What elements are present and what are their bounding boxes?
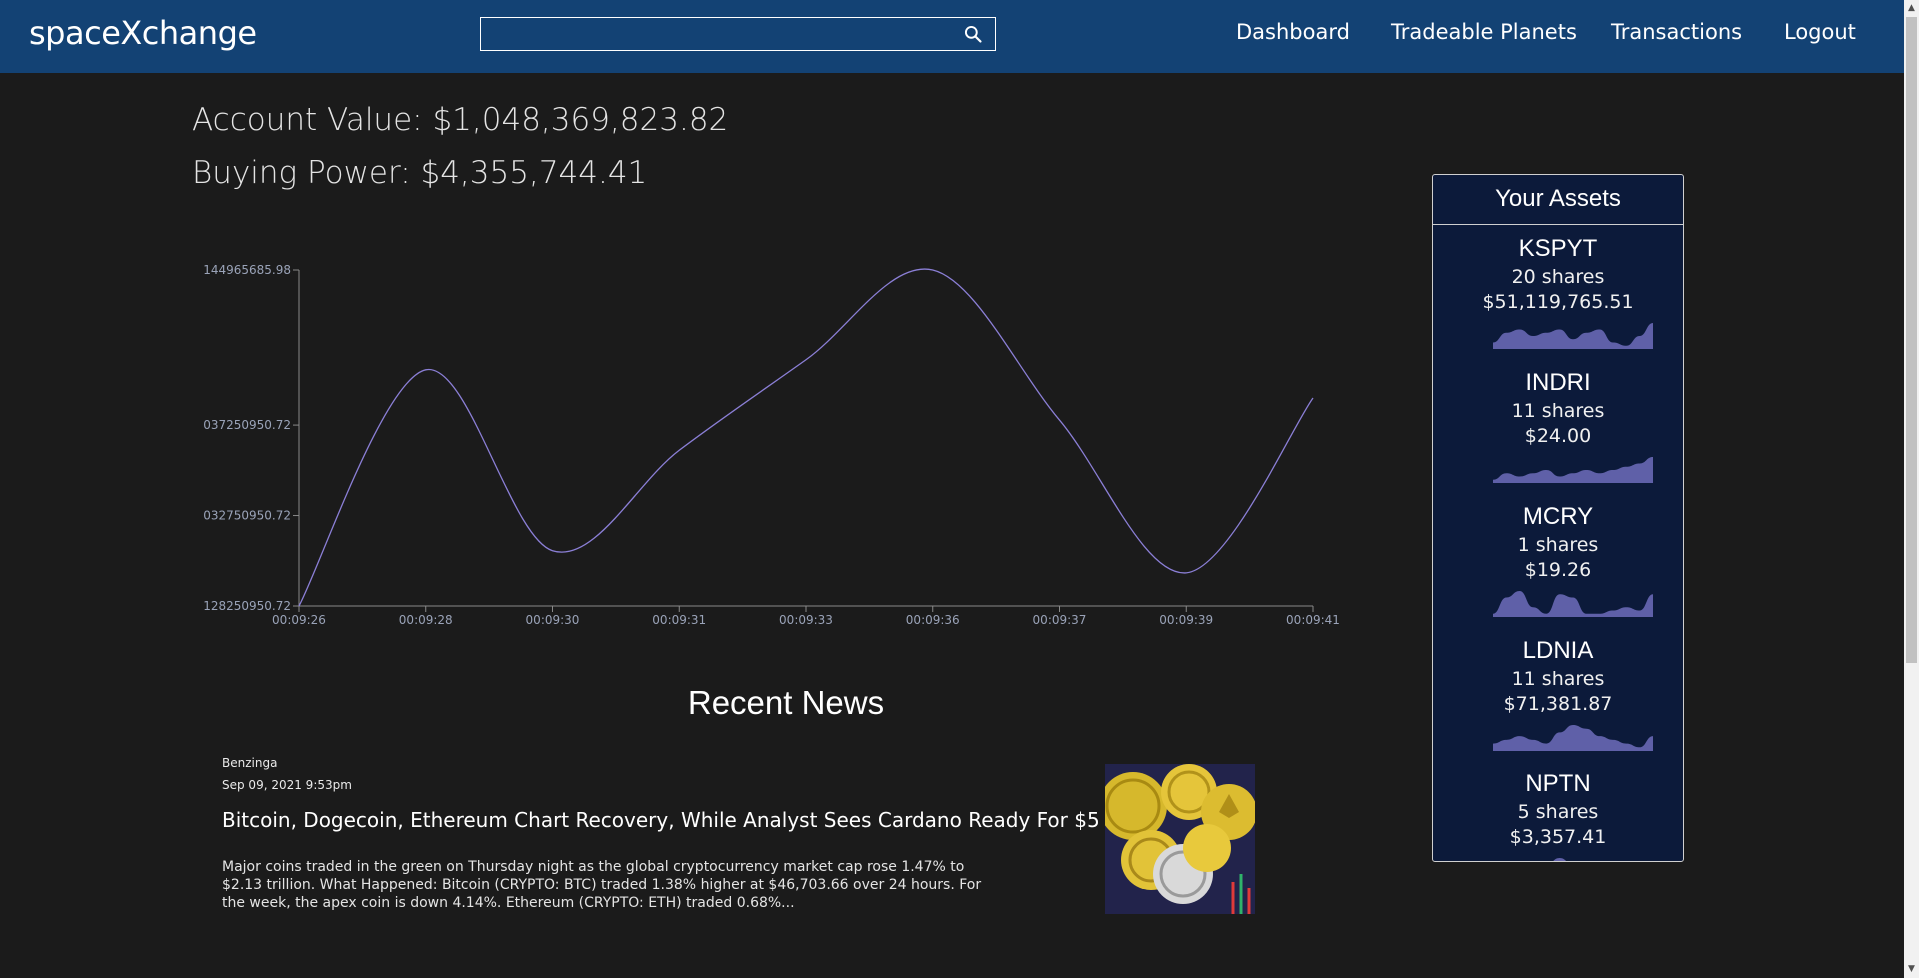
x-tick-label: 00:09:36: [906, 613, 960, 627]
nav-link-logout[interactable]: Logout: [1784, 20, 1856, 44]
asset-shares: 11 shares: [1511, 668, 1605, 690]
sparkline-area: [1493, 725, 1653, 751]
scroll-down-arrow-icon[interactable]: ▼: [1904, 961, 1919, 978]
asset-item-nptn[interactable]: NPTN 5 shares $3,357.41: [1433, 760, 1683, 861]
asset-item-kspyt[interactable]: KSPYT 20 shares $51,119,765.51: [1433, 225, 1683, 359]
x-tick-label: 00:09:37: [1033, 613, 1087, 627]
asset-symbol: INDRI: [1525, 369, 1591, 396]
asset-shares: 5 shares: [1517, 801, 1599, 823]
assets-panel-title: Your Assets: [1433, 175, 1683, 225]
x-tick-label: 00:09:41: [1286, 613, 1340, 627]
asset-value: $51,119,765.51: [1482, 291, 1634, 313]
x-tick-label: 00:09:26: [272, 613, 326, 627]
y-tick-label: 037250950.72: [203, 418, 291, 432]
asset-sparkline: [1553, 858, 1567, 861]
asset-sparkline: [1493, 457, 1653, 483]
asset-item-mcry[interactable]: MCRY 1 shares $19.26: [1433, 493, 1683, 627]
news-heading: Recent News: [687, 684, 885, 721]
asset-symbol: NPTN: [1525, 770, 1591, 797]
y-tick-label: 144965685.98: [203, 263, 291, 277]
account-value-chart: 144965685.98 037250950.72 032750950.72 1282…: [203, 263, 1340, 627]
scroll-up-arrow-icon[interactable]: ▲: [1904, 0, 1919, 17]
nav-link-tradeable-planets[interactable]: Tradeable Planets: [1391, 20, 1577, 44]
series-line: [298, 268, 1314, 607]
news-title-link[interactable]: Bitcoin, Dogecoin, Ethereum Chart Recove…: [222, 808, 1100, 832]
asset-item-ldnia[interactable]: LDNIA 11 shares $71,381.87: [1433, 627, 1683, 761]
news-summary: Major coins traded in the green on Thurs…: [222, 859, 982, 911]
x-tick-label: 00:09:39: [1159, 613, 1213, 627]
asset-sparkline: [1493, 725, 1653, 751]
news-source: Benzinga: [222, 756, 278, 770]
asset-symbol: MCRY: [1522, 503, 1594, 530]
x-tick-label: 00:09:30: [526, 613, 580, 627]
asset-symbol: LDNIA: [1522, 637, 1594, 664]
asset-symbol: KSPYT: [1518, 235, 1598, 262]
asset-sparkline: [1493, 591, 1653, 617]
asset-value: $3,357.41: [1509, 826, 1607, 848]
asset-shares: 20 shares: [1511, 266, 1605, 288]
x-tick-label: 00:09:31: [652, 613, 706, 627]
sparkline-area: [1493, 323, 1653, 349]
y-tick-label: 032750950.72: [203, 509, 291, 523]
asset-value: $24.00: [1524, 425, 1592, 447]
asset-shares: 11 shares: [1511, 400, 1605, 422]
asset-item-indri[interactable]: INDRI 11 shares $24.00: [1433, 359, 1683, 493]
y-tick-label: 128250950.72: [203, 599, 291, 613]
scrollbar-thumb[interactable]: [1906, 17, 1917, 663]
sparkline-area: [1493, 457, 1653, 483]
news-date: Sep 09, 2021 9:53pm: [222, 778, 352, 792]
asset-value: $19.26: [1524, 559, 1592, 581]
nav-link-transactions[interactable]: Transactions: [1611, 20, 1742, 44]
sparkline-area: [1493, 591, 1653, 617]
sparkline-area: [1553, 858, 1567, 861]
x-tick-label: 00:09:28: [399, 613, 453, 627]
x-tick-label: 00:09:33: [779, 613, 833, 627]
crypto-coins-image[interactable]: [1105, 764, 1255, 914]
asset-shares: 1 shares: [1517, 534, 1599, 556]
asset-sparkline: [1493, 323, 1653, 349]
asset-value: $71,381.87: [1503, 693, 1613, 715]
assets-panel: Your Assets KSPYT 20 shares $51,119,765.…: [1432, 174, 1684, 862]
